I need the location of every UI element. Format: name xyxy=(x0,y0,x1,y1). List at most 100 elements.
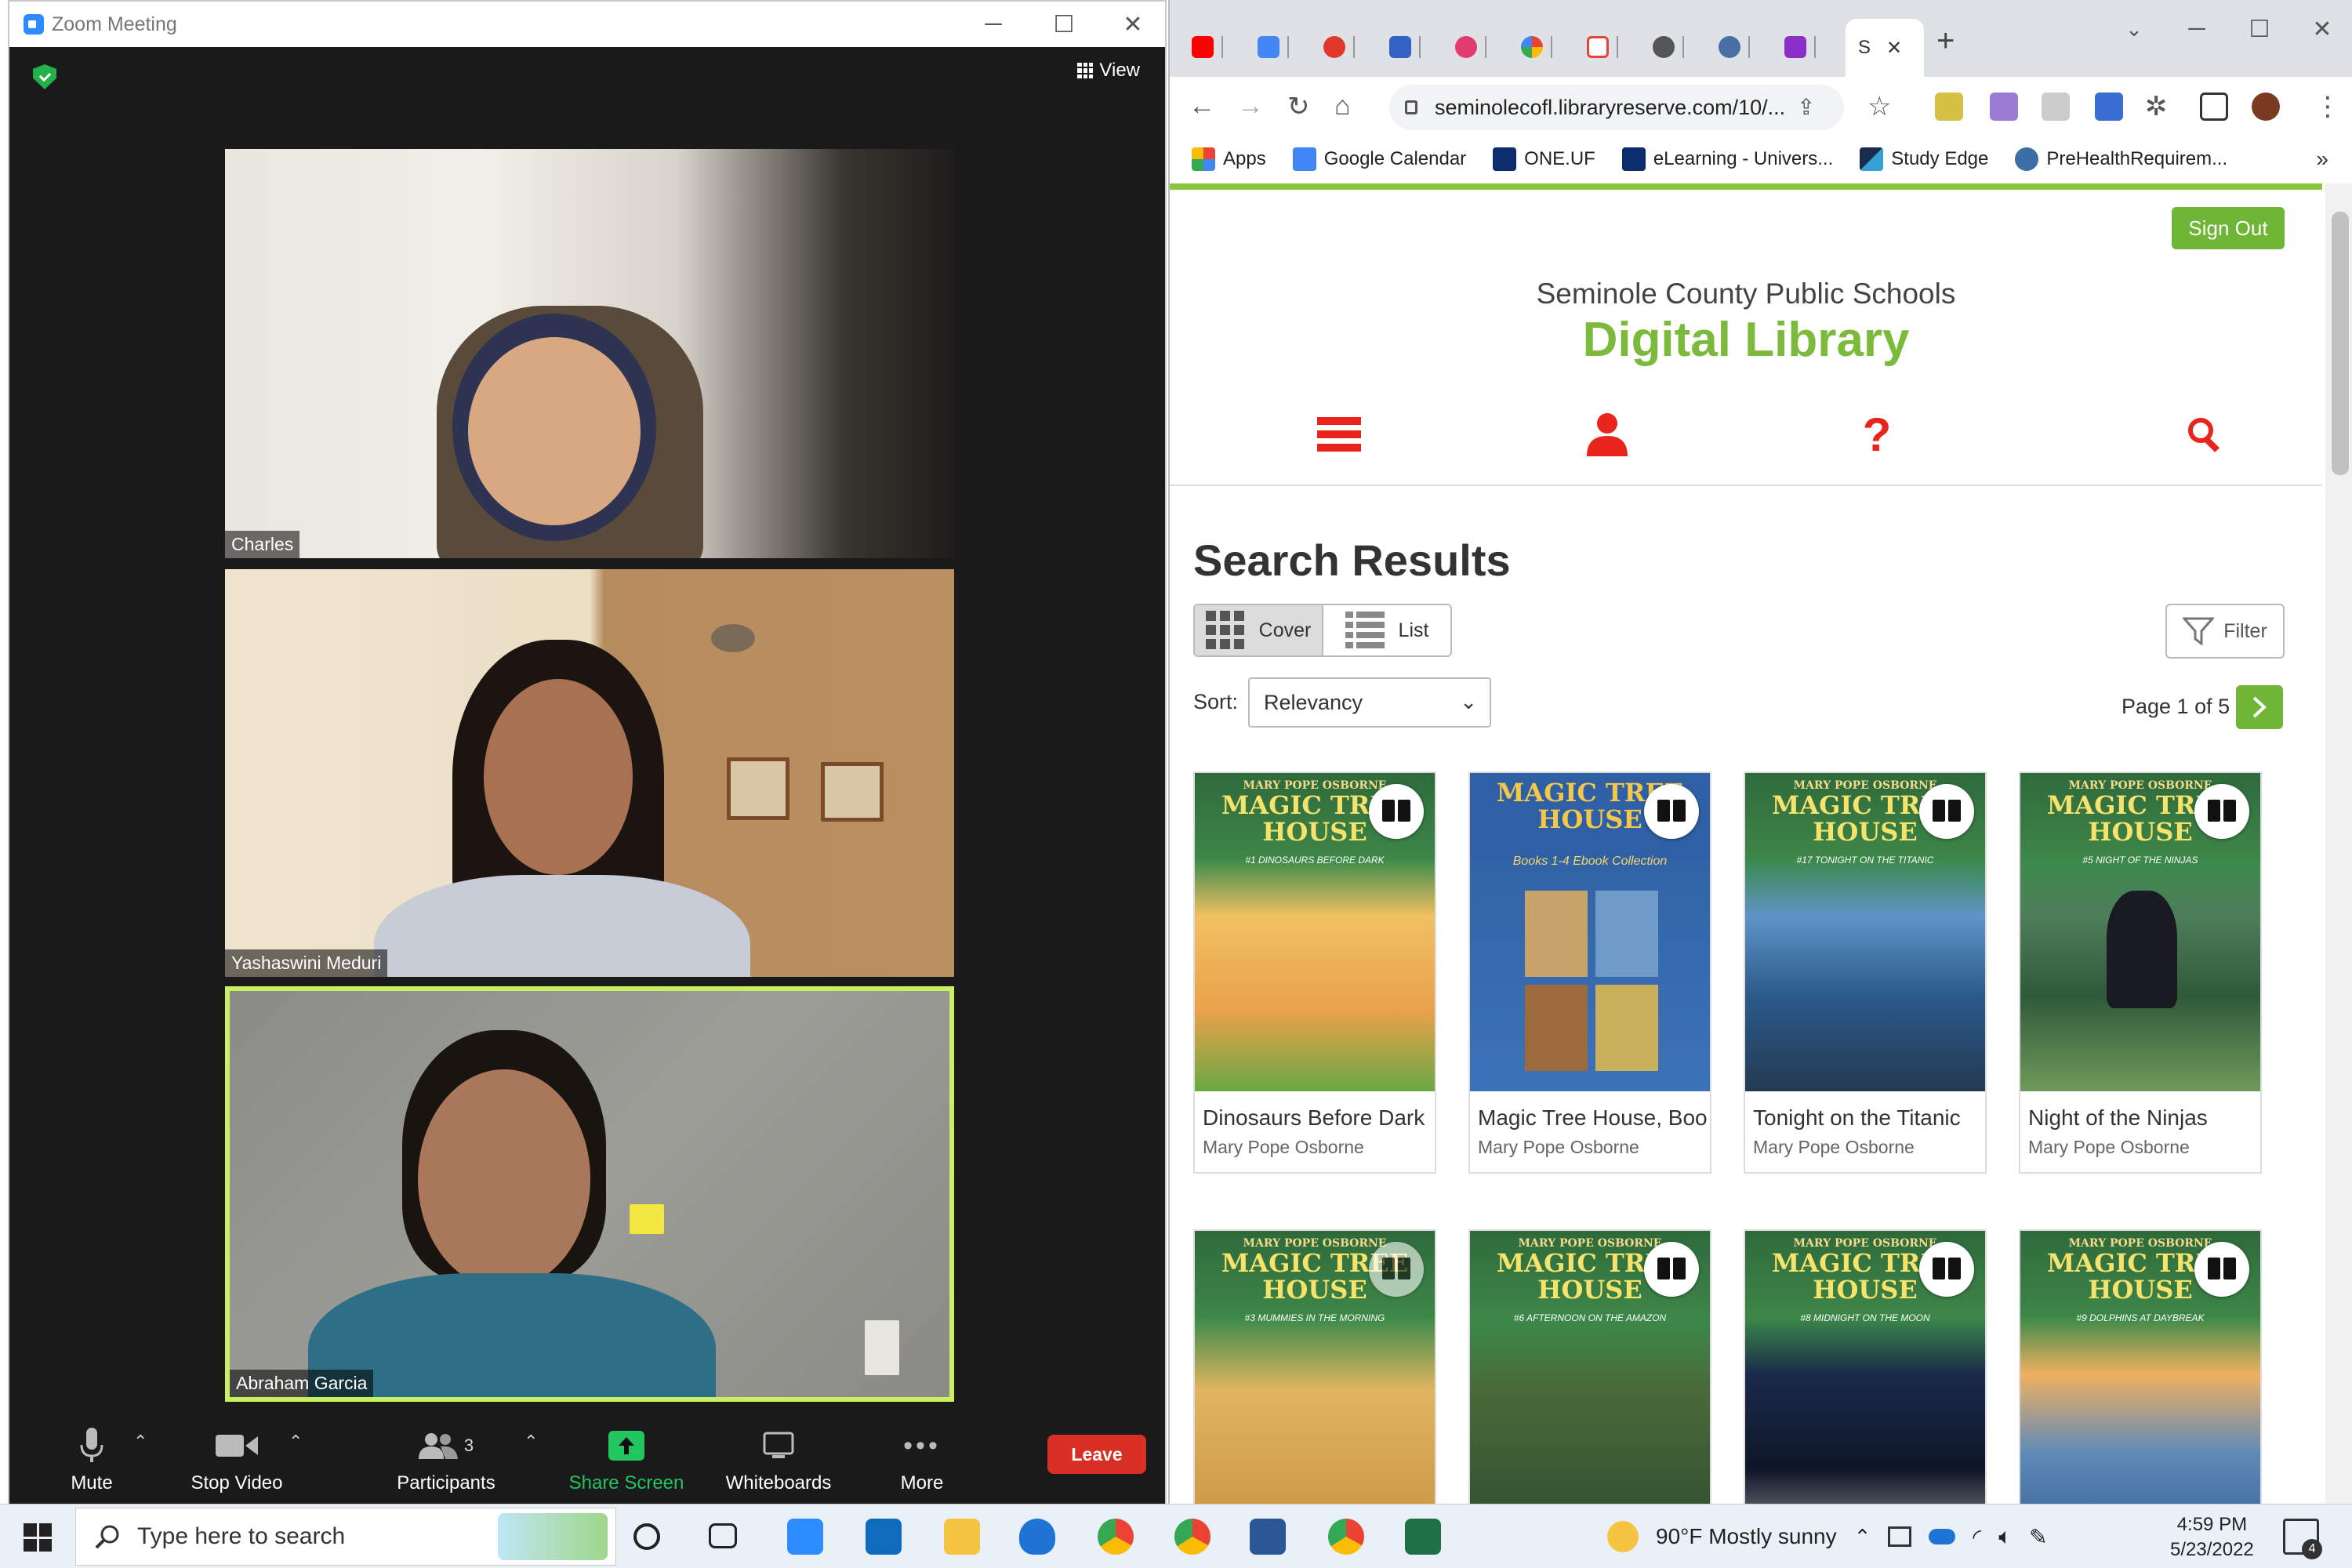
onedrive-icon[interactable] xyxy=(1019,1519,1055,1555)
book-author[interactable]: Mary Pope Osborne xyxy=(1470,1131,1710,1172)
video-tile-abraham-active-speaker[interactable]: Abraham Garcia xyxy=(225,986,954,1402)
chrome-close-button[interactable]: ✕ xyxy=(2291,0,2352,58)
bookmark-star-icon[interactable]: ☆ xyxy=(1867,91,1891,122)
chrome-icon[interactable] xyxy=(1174,1519,1210,1555)
more-button[interactable]: ••• More xyxy=(883,1425,961,1494)
view-button[interactable]: View xyxy=(1077,60,1140,82)
book-card[interactable]: MAGIC TREE HOUSE Books 1-4 Ebook Collect… xyxy=(1468,771,1711,1174)
task-view-icon[interactable] xyxy=(709,1523,737,1548)
windows-start-icon[interactable] xyxy=(24,1523,52,1552)
tab-calendar[interactable] xyxy=(1258,19,1289,75)
next-page-button[interactable] xyxy=(2236,685,2283,729)
pen-icon[interactable]: ✎ xyxy=(2029,1524,2047,1550)
bookmark-one-uf[interactable]: ONE.UF xyxy=(1493,147,1595,171)
outlook-icon[interactable] xyxy=(866,1519,902,1555)
home-icon[interactable]: ⌂ xyxy=(1334,91,1351,122)
extension-icon[interactable] xyxy=(1935,93,1963,121)
forward-arrow-icon[interactable]: → xyxy=(1237,91,1264,122)
book-card[interactable]: MARY POPE OSBORNE MAGIC TREE HOUSE #8 MID… xyxy=(1744,1229,1987,1504)
sort-dropdown[interactable]: Relevancy ⌄ xyxy=(1248,677,1491,728)
audio-options-caret-icon[interactable]: ⌃ xyxy=(133,1432,147,1452)
bookmark-prehealth[interactable]: PreHealthRequirem... xyxy=(2015,147,2227,171)
network-icon[interactable]: ◜ xyxy=(1973,1524,1981,1550)
book-author[interactable]: Mary Pope Osborne xyxy=(2020,1131,2260,1172)
tray-app-icon[interactable] xyxy=(1888,1526,1912,1547)
tab-globe[interactable] xyxy=(1653,19,1684,75)
menu-hamburger-icon[interactable] xyxy=(1316,411,1363,458)
page-scrollbar[interactable] xyxy=(2325,183,2352,1504)
zoom-app-icon[interactable] xyxy=(787,1519,823,1555)
tab-youtube[interactable] xyxy=(1192,19,1223,75)
reload-icon[interactable]: ↻ xyxy=(1287,91,1310,122)
close-button[interactable]: ✕ xyxy=(1098,2,1168,47)
share-screen-button[interactable]: Share Screen xyxy=(568,1425,685,1494)
side-panel-icon[interactable] xyxy=(2200,93,2228,121)
participants-button[interactable]: 3 Participants xyxy=(387,1425,505,1494)
minimize-button[interactable]: ─ xyxy=(958,2,1029,47)
tab-active-library[interactable]: S ✕ xyxy=(1846,19,1924,77)
tray-chevron-up-icon[interactable]: ⌃ xyxy=(1854,1525,1871,1549)
video-tile-yashaswini[interactable]: Yashaswini Meduri xyxy=(225,569,954,977)
chrome-minimize-button[interactable]: ─ xyxy=(2165,0,2228,58)
book-card[interactable]: MARY POPE OSBORNE MAGIC TREE HOUSE #3 MUM… xyxy=(1193,1229,1436,1504)
book-title[interactable]: Magic Tree House, Boo xyxy=(1470,1091,1710,1131)
chrome-menu-icon[interactable]: ⋮ xyxy=(2314,91,2341,122)
extension-icon[interactable] xyxy=(1990,93,2018,121)
address-bar[interactable]: seminolecofl.libraryreserve.com/10/... xyxy=(1389,85,1844,130)
participants-caret-icon[interactable]: ⌃ xyxy=(524,1432,538,1452)
bookmark-study-edge[interactable]: Study Edge xyxy=(1860,147,1988,171)
taskbar-clock[interactable]: 4:59 PM 5/23/2022 xyxy=(2170,1512,2254,1563)
weather-sun-icon[interactable] xyxy=(1607,1521,1639,1552)
back-arrow-icon[interactable]: ← xyxy=(1189,91,1215,122)
cover-view-button[interactable]: Cover xyxy=(1195,605,1322,655)
video-tile-charles[interactable]: Charles xyxy=(225,149,954,558)
account-person-icon[interactable] xyxy=(1584,411,1631,458)
mute-button[interactable]: Mute xyxy=(56,1425,127,1494)
extension-icon[interactable] xyxy=(2042,93,2070,121)
share-icon[interactable]: ⇪ xyxy=(1797,94,1815,120)
cortana-icon[interactable] xyxy=(633,1523,660,1550)
bookmark-elearning[interactable]: eLearning - Univers... xyxy=(1621,147,1833,171)
search-magnifier-icon[interactable] xyxy=(2181,411,2228,458)
bookmark-google-calendar[interactable]: Google Calendar xyxy=(1292,147,1466,171)
book-title[interactable]: Dinosaurs Before Dark xyxy=(1195,1091,1435,1131)
chrome-icon[interactable] xyxy=(1328,1519,1364,1555)
book-author[interactable]: Mary Pope Osborne xyxy=(1195,1131,1435,1172)
maximize-button[interactable]: ☐ xyxy=(1029,2,1099,47)
tab-gmail[interactable] xyxy=(1587,19,1618,75)
book-title[interactable]: Night of the Ninjas xyxy=(2020,1091,2260,1131)
book-title[interactable]: Tonight on the Titanic xyxy=(1745,1091,1985,1131)
help-question-icon[interactable]: ? xyxy=(1853,408,1900,461)
book-card[interactable]: MARY POPE OSBORNE MAGIC TREE HOUSE #5 NIG… xyxy=(2019,771,2262,1174)
volume-icon[interactable]: 🔈︎ xyxy=(1998,1524,2012,1550)
filter-button[interactable]: Filter xyxy=(2165,604,2285,659)
stop-video-button[interactable]: Stop Video xyxy=(182,1425,292,1494)
tab-google[interactable] xyxy=(1521,19,1552,75)
weather-text[interactable]: 90°F Mostly sunny xyxy=(1656,1524,1837,1549)
chrome-maximize-button[interactable]: ☐ xyxy=(2228,0,2291,58)
onedrive-tray-icon[interactable] xyxy=(1929,1529,1956,1544)
tab-pb[interactable] xyxy=(1389,19,1421,75)
excel-icon[interactable] xyxy=(1405,1519,1441,1555)
list-view-button[interactable]: List xyxy=(1322,605,1450,655)
sign-out-button[interactable]: Sign Out xyxy=(2172,207,2285,249)
profile-avatar[interactable] xyxy=(2252,93,2280,121)
book-card[interactable]: MARY POPE OSBORNE MAGIC TREE HOUSE #1 DIN… xyxy=(1193,771,1436,1174)
chrome-icon[interactable] xyxy=(1098,1519,1134,1555)
book-card[interactable]: MARY POPE OSBORNE MAGIC TREE HOUSE #9 DOL… xyxy=(2019,1229,2262,1504)
scrollbar-thumb[interactable] xyxy=(2332,212,2349,475)
leave-button[interactable]: Leave xyxy=(1047,1435,1146,1474)
book-card[interactable]: MARY POPE OSBORNE MAGIC TREE HOUSE #17 TO… xyxy=(1744,771,1987,1174)
extension-icon[interactable] xyxy=(2095,93,2123,121)
tab-search-chevron-icon[interactable]: ⌄ xyxy=(2103,0,2165,58)
book-author[interactable]: Mary Pope Osborne xyxy=(1745,1131,1985,1172)
new-tab-button[interactable]: + xyxy=(1936,24,1955,59)
video-options-caret-icon[interactable]: ⌃ xyxy=(289,1432,303,1452)
bookmarks-overflow-button[interactable]: » xyxy=(2316,147,2328,172)
bookmark-apps[interactable]: Apps xyxy=(1192,147,1266,171)
tab-jn[interactable] xyxy=(1455,19,1486,75)
file-explorer-icon[interactable] xyxy=(944,1519,980,1555)
tab-site[interactable] xyxy=(1323,19,1355,75)
lock-icon[interactable] xyxy=(1405,100,1417,114)
word-icon[interactable] xyxy=(1250,1519,1286,1555)
